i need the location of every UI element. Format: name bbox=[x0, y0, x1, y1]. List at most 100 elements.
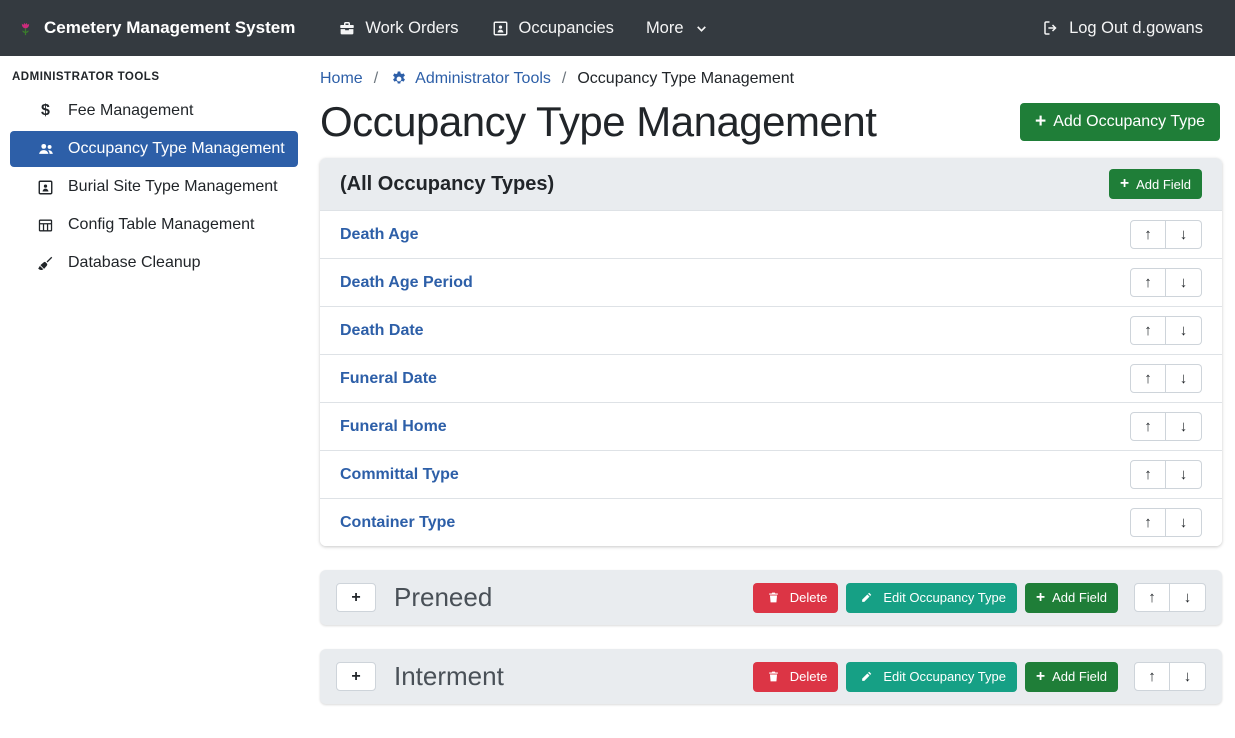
plus-icon: + bbox=[1036, 590, 1045, 606]
move-up-button[interactable]: ↑ bbox=[1130, 316, 1166, 345]
breadcrumb-separator: / bbox=[562, 70, 566, 88]
move-up-button[interactable]: ↑ bbox=[1130, 412, 1166, 441]
delete-button[interactable]: Delete bbox=[753, 583, 839, 613]
field-link-death-age[interactable]: Death Age bbox=[340, 226, 419, 244]
all-occupancy-types-title: (All Occupancy Types) bbox=[340, 173, 554, 196]
field-row: Funeral Date ↑ ↓ bbox=[320, 354, 1222, 402]
move-up-button[interactable]: ↑ bbox=[1130, 460, 1166, 489]
breadcrumb-separator: / bbox=[374, 70, 378, 88]
occupancy-type-section-preneed: + Preneed Delete bbox=[320, 570, 1222, 625]
add-field-label: Add Field bbox=[1052, 590, 1107, 605]
plus-icon: + bbox=[351, 668, 360, 686]
plus-icon: + bbox=[1120, 176, 1129, 192]
edit-occupancy-type-button[interactable]: Edit Occupancy Type bbox=[846, 583, 1017, 613]
add-field-button[interactable]: + Add Field bbox=[1025, 583, 1118, 613]
field-row: Death Date ↑ ↓ bbox=[320, 306, 1222, 354]
sidebar-item-database-cleanup[interactable]: Database Cleanup bbox=[10, 245, 298, 281]
logout-icon bbox=[1041, 19, 1060, 37]
all-occupancy-types-card: (All Occupancy Types) + Add Field Death … bbox=[320, 158, 1222, 546]
section-title: Preneed bbox=[394, 582, 492, 613]
up-arrow-icon: ↑ bbox=[1148, 589, 1156, 606]
down-arrow-icon: ↓ bbox=[1180, 466, 1188, 483]
breadcrumb-home-link[interactable]: Home bbox=[320, 70, 363, 88]
move-up-button[interactable]: ↑ bbox=[1134, 662, 1170, 691]
down-arrow-icon: ↓ bbox=[1180, 418, 1188, 435]
reorder-button-group: ↑ ↓ bbox=[1130, 508, 1202, 537]
nav-item-occupancies[interactable]: Occupancies bbox=[475, 11, 630, 46]
top-navbar: Cemetery Management System Work Orders bbox=[0, 0, 1235, 56]
section-actions: Delete Edit Occupancy Type + Add Field bbox=[753, 583, 1206, 613]
add-occupancy-type-button[interactable]: + Add Occupancy Type bbox=[1020, 103, 1220, 141]
down-arrow-icon: ↓ bbox=[1180, 226, 1188, 243]
down-arrow-icon: ↓ bbox=[1180, 514, 1188, 531]
sidebar-item-config-table-management[interactable]: Config Table Management bbox=[10, 207, 298, 243]
move-up-button[interactable]: ↑ bbox=[1130, 364, 1166, 393]
nav-item-more[interactable]: More bbox=[630, 11, 724, 46]
field-row: Death Age ↑ ↓ bbox=[320, 210, 1222, 258]
move-up-button[interactable]: ↑ bbox=[1130, 220, 1166, 249]
move-down-button[interactable]: ↓ bbox=[1166, 268, 1202, 297]
down-arrow-icon: ↓ bbox=[1184, 668, 1192, 685]
expand-section-button[interactable]: + bbox=[336, 583, 376, 612]
move-up-button[interactable]: ↑ bbox=[1130, 268, 1166, 297]
flower-logo-icon bbox=[16, 18, 35, 38]
delete-button[interactable]: Delete bbox=[753, 662, 839, 692]
pencil-icon bbox=[857, 670, 876, 683]
field-row: Death Age Period ↑ ↓ bbox=[320, 258, 1222, 306]
breadcrumb-admin-tools-label: Administrator Tools bbox=[415, 70, 551, 88]
move-down-button[interactable]: ↓ bbox=[1166, 460, 1202, 489]
work-orders-icon bbox=[337, 19, 356, 37]
move-down-button[interactable]: ↓ bbox=[1166, 508, 1202, 537]
add-field-button[interactable]: + Add Field bbox=[1025, 662, 1118, 692]
field-link-death-age-period[interactable]: Death Age Period bbox=[340, 274, 473, 292]
sidebar-item-label: Database Cleanup bbox=[68, 254, 201, 272]
nav-item-work-orders[interactable]: Work Orders bbox=[321, 11, 474, 46]
down-arrow-icon: ↓ bbox=[1180, 274, 1188, 291]
move-down-button[interactable]: ↓ bbox=[1170, 583, 1206, 612]
sidebar-item-occupancy-type-management[interactable]: Occupancy Type Management bbox=[10, 131, 298, 167]
field-link-funeral-home[interactable]: Funeral Home bbox=[340, 418, 447, 436]
plus-icon: + bbox=[1035, 112, 1046, 131]
field-link-committal-type[interactable]: Committal Type bbox=[340, 466, 459, 484]
field-link-container-type[interactable]: Container Type bbox=[340, 514, 455, 532]
logout-button[interactable]: Log Out d.gowans bbox=[1025, 11, 1219, 46]
page-header: Occupancy Type Management + Add Occupanc… bbox=[320, 98, 1222, 146]
reorder-button-group: ↑ ↓ bbox=[1134, 662, 1206, 691]
up-arrow-icon: ↑ bbox=[1144, 274, 1152, 291]
field-link-funeral-date[interactable]: Funeral Date bbox=[340, 370, 437, 388]
down-arrow-icon: ↓ bbox=[1184, 589, 1192, 606]
app-brand[interactable]: Cemetery Management System bbox=[16, 18, 295, 38]
reorder-button-group: ↑ ↓ bbox=[1130, 460, 1202, 489]
page-title: Occupancy Type Management bbox=[320, 98, 876, 146]
occupancies-icon bbox=[491, 20, 510, 37]
trash-icon bbox=[764, 670, 783, 683]
occupancy-type-section-interment: + Interment Delete bbox=[320, 649, 1222, 704]
field-row: Committal Type ↑ ↓ bbox=[320, 450, 1222, 498]
move-down-button[interactable]: ↓ bbox=[1166, 364, 1202, 393]
move-up-button[interactable]: ↑ bbox=[1130, 508, 1166, 537]
up-arrow-icon: ↑ bbox=[1144, 370, 1152, 387]
move-down-button[interactable]: ↓ bbox=[1166, 316, 1202, 345]
add-field-button[interactable]: + Add Field bbox=[1109, 169, 1202, 199]
edit-occupancy-type-button[interactable]: Edit Occupancy Type bbox=[846, 662, 1017, 692]
down-arrow-icon: ↓ bbox=[1180, 370, 1188, 387]
move-down-button[interactable]: ↓ bbox=[1166, 220, 1202, 249]
sidebar: ADMINISTRATOR TOOLS $ Fee Management Occ… bbox=[0, 56, 310, 738]
breadcrumb-admin-tools-link[interactable]: Administrator Tools bbox=[389, 70, 551, 88]
move-up-button[interactable]: ↑ bbox=[1134, 583, 1170, 612]
add-field-label: Add Field bbox=[1136, 177, 1191, 192]
move-down-button[interactable]: ↓ bbox=[1170, 662, 1206, 691]
down-arrow-icon: ↓ bbox=[1180, 322, 1188, 339]
reorder-button-group: ↑ ↓ bbox=[1130, 268, 1202, 297]
logout-label: Log Out d.gowans bbox=[1069, 19, 1203, 38]
field-link-death-date[interactable]: Death Date bbox=[340, 322, 424, 340]
sidebar-item-fee-management[interactable]: $ Fee Management bbox=[10, 93, 298, 129]
navbar-menu: Work Orders Occupancies More bbox=[321, 11, 723, 46]
expand-section-button[interactable]: + bbox=[336, 662, 376, 691]
reorder-button-group: ↑ ↓ bbox=[1130, 364, 1202, 393]
move-down-button[interactable]: ↓ bbox=[1166, 412, 1202, 441]
sidebar-item-burial-site-type-management[interactable]: Burial Site Type Management bbox=[10, 169, 298, 205]
add-occupancy-type-label: Add Occupancy Type bbox=[1053, 113, 1205, 131]
section-actions: Delete Edit Occupancy Type + Add Field bbox=[753, 662, 1206, 692]
breadcrumb-current: Occupancy Type Management bbox=[577, 70, 794, 88]
